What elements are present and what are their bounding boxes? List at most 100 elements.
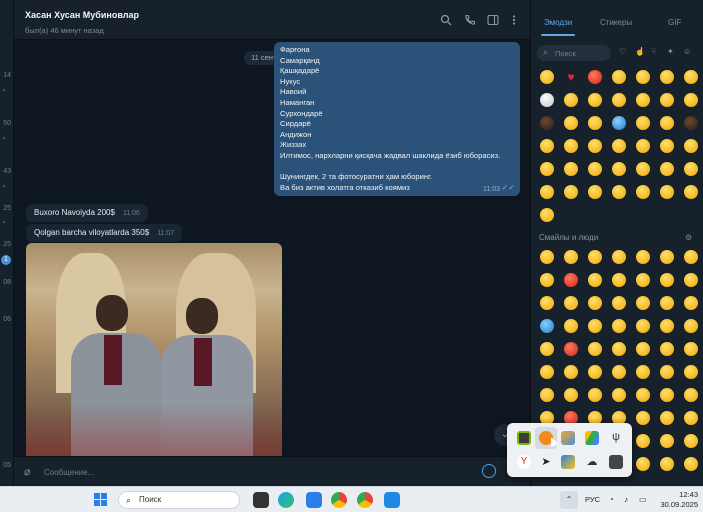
emoji-icon[interactable] xyxy=(588,250,602,264)
heart-category-icon[interactable]: ♡ xyxy=(619,47,626,56)
emoji-icon[interactable] xyxy=(564,116,578,130)
cloud-offline-icon[interactable]: ☁ xyxy=(585,455,599,469)
emoji-icon[interactable] xyxy=(660,93,674,107)
telegram-tray-icon[interactable]: ➤ xyxy=(539,455,553,469)
more-icon[interactable] xyxy=(508,14,520,26)
emoji-icon[interactable] xyxy=(612,296,626,310)
task-view-icon[interactable] xyxy=(253,492,269,508)
emoji-icon[interactable] xyxy=(564,93,578,107)
emoji-icon[interactable] xyxy=(540,185,554,199)
emoji-icon[interactable] xyxy=(660,70,674,84)
emoji-icon[interactable] xyxy=(660,139,674,153)
nvidia-icon[interactable] xyxy=(517,431,531,445)
emoji-icon[interactable] xyxy=(564,365,578,379)
taskbar-clock-time[interactable]: 12:43 xyxy=(672,490,698,499)
emoji-icon[interactable] xyxy=(564,388,578,402)
emoji-icon[interactable] xyxy=(684,139,698,153)
emoji-icon[interactable] xyxy=(636,319,650,333)
emoji-icon[interactable] xyxy=(540,365,554,379)
contact-name[interactable]: Хасан Хусан Мубиновлар xyxy=(25,10,139,20)
emoji-icon[interactable] xyxy=(660,411,674,425)
tray-chevron-button[interactable]: ⌃ xyxy=(560,491,578,509)
settings-icon[interactable]: ⚙ xyxy=(685,233,692,242)
emoji-icon[interactable] xyxy=(636,162,650,176)
emoji-icon[interactable] xyxy=(636,365,650,379)
emoji-icon[interactable] xyxy=(636,296,650,310)
shield-tray-icon[interactable] xyxy=(561,455,575,469)
emoji-icon[interactable] xyxy=(684,365,698,379)
emoji-icon[interactable] xyxy=(540,273,554,287)
emoji-icon[interactable] xyxy=(588,116,602,130)
emoji-button-icon[interactable] xyxy=(482,464,496,478)
emoji-icon[interactable] xyxy=(540,319,554,333)
tab-stickers[interactable]: Стикеры xyxy=(600,18,632,27)
search-icon[interactable] xyxy=(440,14,452,26)
tab-gif[interactable]: GIF xyxy=(668,18,681,27)
edge-icon[interactable] xyxy=(278,492,294,508)
emoji-icon[interactable] xyxy=(636,185,650,199)
emoji-icon[interactable] xyxy=(636,116,650,130)
emoji-icon[interactable] xyxy=(660,250,674,264)
taskbar-search[interactable]: ⌕ Поиск xyxy=(118,491,240,509)
emoji-icon[interactable] xyxy=(660,319,674,333)
windows-start-icon[interactable] xyxy=(94,493,107,506)
message-input[interactable] xyxy=(44,463,464,481)
party-category-icon[interactable]: ✦ xyxy=(667,47,674,56)
emoji-icon[interactable] xyxy=(660,116,674,130)
emoji-icon[interactable] xyxy=(612,273,626,287)
language-indicator[interactable]: РУС xyxy=(585,495,600,504)
emoji-icon[interactable] xyxy=(540,139,554,153)
usb-icon[interactable]: ψ xyxy=(609,431,623,445)
emoji-icon[interactable] xyxy=(636,93,650,107)
emoji-icon[interactable] xyxy=(636,342,650,356)
emoji-icon[interactable] xyxy=(612,342,626,356)
attach-icon[interactable]: ⌀ xyxy=(24,465,31,478)
phone-icon[interactable] xyxy=(464,14,476,26)
emoji-icon[interactable] xyxy=(612,250,626,264)
emoji-icon[interactable] xyxy=(540,296,554,310)
thumbs-up-category-icon[interactable]: ☝ xyxy=(635,47,645,56)
emoji-icon[interactable] xyxy=(660,388,674,402)
emoji-icon[interactable] xyxy=(564,273,578,287)
emoji-icon[interactable] xyxy=(564,139,578,153)
emoji-icon[interactable] xyxy=(684,162,698,176)
emoji-icon[interactable] xyxy=(588,139,602,153)
emoji-icon[interactable] xyxy=(660,342,674,356)
emoji-icon[interactable] xyxy=(564,319,578,333)
yandex-icon[interactable]: Y xyxy=(517,455,531,469)
thumbs-down-category-icon[interactable]: ☟ xyxy=(651,47,656,56)
emoji-icon[interactable] xyxy=(660,162,674,176)
emoji-icon[interactable] xyxy=(540,116,554,130)
emoji-icon[interactable] xyxy=(588,185,602,199)
emoji-icon[interactable] xyxy=(636,273,650,287)
emoji-icon[interactable] xyxy=(636,457,650,471)
emoji-icon[interactable] xyxy=(684,434,698,448)
photo-message[interactable] xyxy=(26,243,282,456)
emoji-icon[interactable] xyxy=(684,319,698,333)
emoji-icon[interactable] xyxy=(540,250,554,264)
emoji-icon[interactable] xyxy=(564,342,578,356)
emoji-icon[interactable] xyxy=(564,250,578,264)
emoji-search-field[interactable]: ⌕ xyxy=(537,45,611,61)
emoji-icon[interactable] xyxy=(684,116,698,130)
emoji-icon[interactable] xyxy=(588,93,602,107)
emoji-icon[interactable] xyxy=(564,296,578,310)
emoji-icon[interactable] xyxy=(684,273,698,287)
emoji-icon[interactable]: ♥ xyxy=(564,70,578,84)
emoji-icon[interactable] xyxy=(588,319,602,333)
emoji-icon[interactable] xyxy=(684,411,698,425)
emoji-icon[interactable] xyxy=(660,457,674,471)
emoji-icon[interactable] xyxy=(636,70,650,84)
emoji-icon[interactable] xyxy=(588,273,602,287)
emoji-icon[interactable] xyxy=(612,388,626,402)
incoming-message[interactable]: Qolgan barcha viloyatlarda 350$ 11:07 xyxy=(26,224,183,242)
emoji-icon[interactable] xyxy=(684,93,698,107)
wifi-icon[interactable]: ◔ xyxy=(609,495,614,504)
emoji-icon[interactable] xyxy=(540,70,554,84)
emoji-icon[interactable] xyxy=(588,296,602,310)
tab-emoji[interactable]: Эмодзи xyxy=(544,18,572,27)
emoji-icon[interactable] xyxy=(684,185,698,199)
message-list[interactable]: 11 сентября Фарғона Самарқанд Қашқадарё … xyxy=(14,40,530,456)
emoji-icon[interactable] xyxy=(684,342,698,356)
incoming-message[interactable]: Buxoro Navoiyda 200$ 11:06 xyxy=(26,204,148,222)
